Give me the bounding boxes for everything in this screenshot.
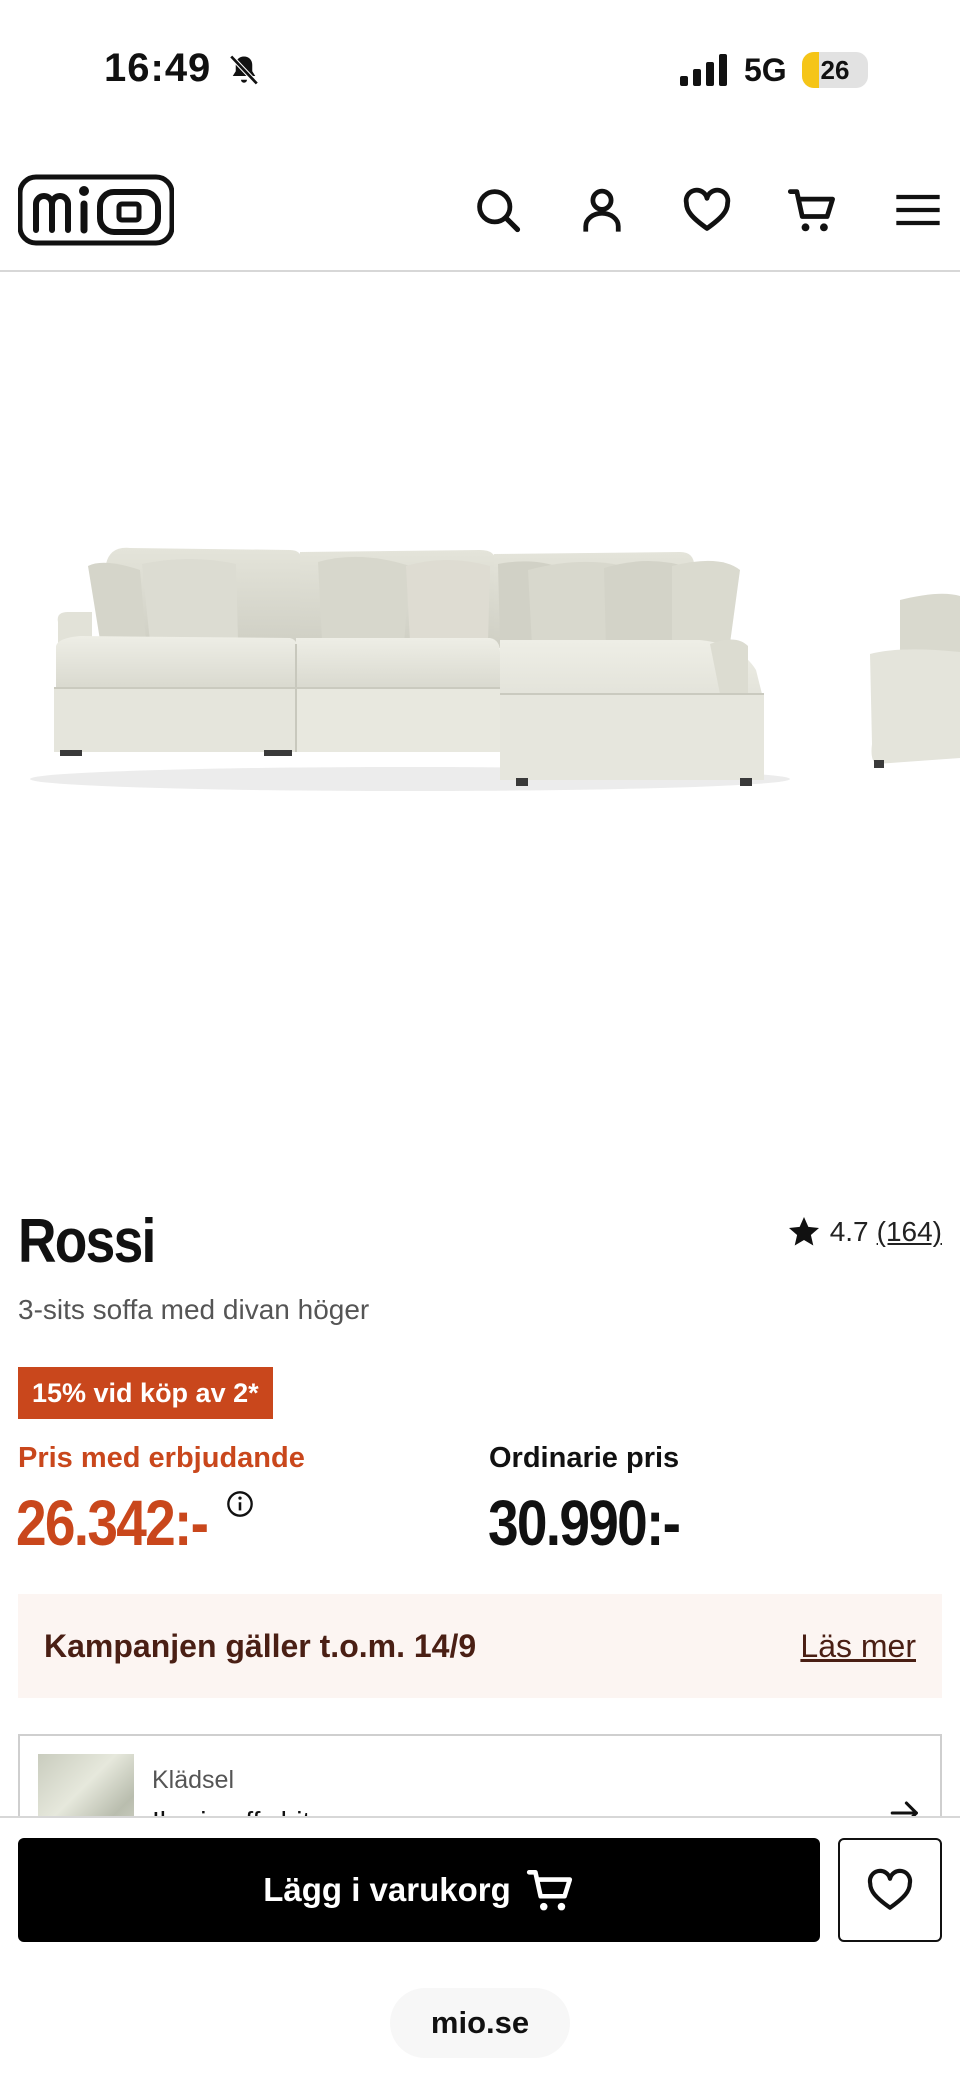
search-icon[interactable] xyxy=(472,184,524,236)
mio-logo[interactable] xyxy=(18,174,174,246)
cart-icon[interactable] xyxy=(786,184,838,236)
sofa-product-image xyxy=(30,547,960,791)
option-label: Klädsel xyxy=(152,1766,234,1794)
info-icon[interactable] xyxy=(226,1490,254,1518)
add-to-cart-button[interactable]: Lägg i varukorg xyxy=(18,1838,820,1942)
product-image-gallery[interactable] xyxy=(0,274,960,1184)
add-to-cart-label: Lägg i varukorg xyxy=(263,1871,511,1908)
network-type: 5G xyxy=(744,52,787,88)
campaign-banner: Kampanjen gäller t.o.m. 14/9 Läs mer xyxy=(18,1594,942,1698)
campaign-text: Kampanjen gäller t.o.m. 14/9 xyxy=(44,1628,477,1664)
offer-price-label: Pris med erbjudande xyxy=(18,1442,305,1474)
browser-url-pill[interactable]: mio.se xyxy=(390,1988,570,2058)
regular-price-label: Ordinarie pris xyxy=(489,1442,680,1474)
sticky-purchase-bar: Lägg i varukorg mio.se xyxy=(0,1816,960,2086)
add-to-wishlist-button[interactable] xyxy=(838,1838,942,1942)
promo-badge: 15% vid köp av 2* xyxy=(18,1367,273,1419)
product-subtitle: 3-sits soffa med divan höger xyxy=(18,1294,370,1325)
reviews-count-link[interactable]: (164) xyxy=(877,1216,942,1248)
menu-icon[interactable] xyxy=(892,184,944,236)
regular-price: 30.990:- xyxy=(488,1487,681,1559)
rating-value: 4.7 xyxy=(829,1216,869,1247)
read-more-link[interactable]: Läs mer xyxy=(800,1628,916,1665)
heart-icon[interactable] xyxy=(681,184,733,236)
site-header xyxy=(0,140,960,272)
bell-muted-icon xyxy=(229,54,259,86)
battery-indicator: 26 xyxy=(802,52,868,88)
heart-icon xyxy=(867,1868,913,1910)
cart-icon xyxy=(526,1870,572,1911)
account-icon[interactable] xyxy=(576,184,628,236)
battery-level: 26 xyxy=(820,55,850,85)
cellular-signal-icon xyxy=(680,54,727,86)
product-rating[interactable]: 4.7 (164) xyxy=(786,1214,942,1250)
star-icon xyxy=(788,1217,819,1246)
offer-price: 26.342:- xyxy=(16,1487,209,1559)
status-time: 16:49 xyxy=(104,46,212,90)
product-title: Rossi xyxy=(18,1207,156,1276)
status-bar: 16:49 5G 26 xyxy=(0,0,960,140)
